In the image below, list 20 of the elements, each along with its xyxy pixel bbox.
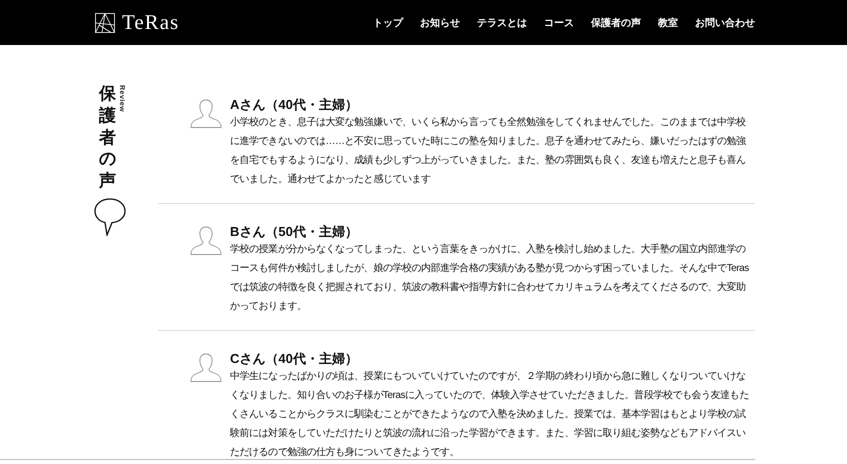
speech-bubble-icon	[94, 198, 126, 236]
nav-link[interactable]: 教室	[658, 16, 678, 30]
reviewer-name: Bさん（50代・主婦）	[230, 224, 359, 240]
review-text: 中学生になったばかりの頃は、授業にもついていけていたのですが、２学期の終わり頃から急に難しくなりついていけなくなりました。知り合いのお子様がTerasに入っていたので、体験入学させていただきました。普段学校でも会う友達もたくさんいることからクラスに馴染むことができたようなので入塾を決めました。授業では、基本学習はもとより学校の試験前には対策をしていただけたりと筑波の流れに沿った学習ができます。また、学習に取り組む姿勢などもアドバイスいただけるので勉強の仕方も身についてきたようです。	[230, 370, 750, 460]
nav-link[interactable]: 保護者の声	[591, 16, 641, 30]
logo-icon	[95, 12, 115, 32]
nav-link[interactable]: お問い合わせ	[695, 16, 755, 30]
logo-text: TeRas	[122, 10, 180, 35]
nav-link[interactable]: コース	[544, 16, 574, 30]
reviewer-name: Cさん（40代・主婦）	[230, 351, 359, 367]
avatar-icon	[190, 97, 222, 131]
nav-link[interactable]: お知らせ	[420, 16, 460, 30]
avatar-icon	[190, 351, 222, 385]
nav-link[interactable]: トップ	[373, 16, 403, 30]
review-text: 小学校のとき、息子は大変な勉強嫌いで、いくら私から言っても全然勉強をしてくれませんでした。このままでは中学校に進学できないのでは……と不安に思っていた時にこの塾を知りました。息子を通わせてみたら、嫌いだったはずの勉強を自宅でもするようになり、成績も少しずつ上がっていきました。また、塾の雰囲気も良く、友達も増えたと息子も喜んでいました。通わせてよかったと感じています	[230, 116, 747, 187]
section-title: 保護者の声	[99, 83, 116, 192]
avatar-icon	[190, 224, 222, 258]
reviewer-name: Aさん（40代・主婦）	[230, 97, 359, 113]
nav-link[interactable]: テラスとは	[477, 16, 527, 30]
review-text: 学校の授業が分からなくなってしまった、という言葉をきっかけに、入塾を検討し始めました。大手塾の国立内部進学のコースも何件か検討しましたが、娘の学校の内部進学合格の実績がある塾が見つからず困っていました。そんな中でTerasでは筑波の特徴を良く把握されており、筑波の教科書や指導方針に合わせてカリキュラムを考えてくださるので、大変助かっております。	[230, 242, 750, 314]
